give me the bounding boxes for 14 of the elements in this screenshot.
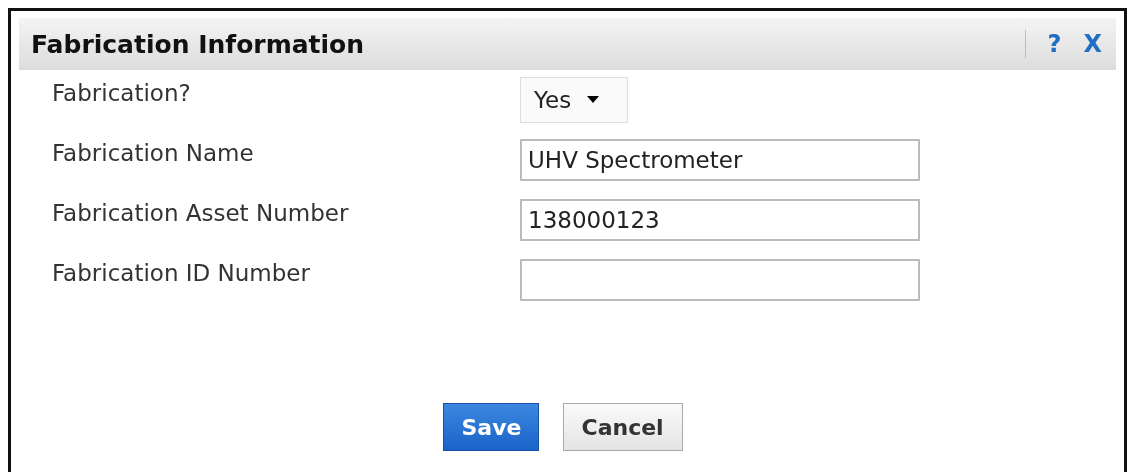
close-button[interactable]: X: [1083, 30, 1102, 58]
input-field[interactable]: [520, 258, 920, 301]
caret-icon: [587, 96, 600, 103]
dropdown[interactable]: Yes: [520, 76, 628, 123]
field-label: Fabrication Name: [52, 139, 255, 166]
input-field[interactable]: UHV Spectrometer: [520, 138, 920, 181]
input-field[interactable]: 138000123: [520, 198, 920, 241]
field-label: Fabrication Asset Number: [52, 199, 350, 226]
save-button[interactable]: Save: [442, 403, 539, 451]
help-button[interactable]: ?: [1047, 30, 1062, 58]
field-label: Fabrication?: [52, 79, 192, 106]
dialog-title: Fabrication Information: [31, 29, 365, 59]
field-label: Fabrication ID Number: [52, 259, 311, 286]
cancel-button[interactable]: Cancel: [562, 403, 683, 451]
